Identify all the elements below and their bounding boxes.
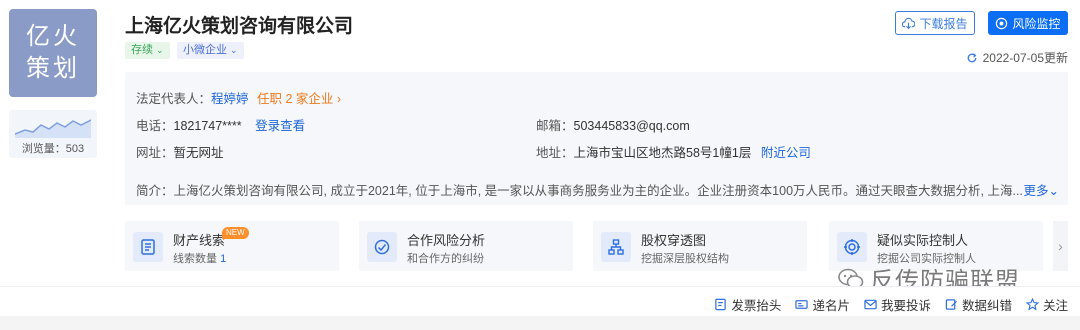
follow-label: 关注 — [1042, 299, 1068, 313]
website-label: 网址： — [136, 146, 174, 160]
nearby-companies-link[interactable]: 附近公司 — [761, 146, 811, 160]
invoice-title-button[interactable]: 发票抬头 — [714, 295, 781, 314]
email-label: 邮箱： — [536, 119, 574, 133]
card-property-clues[interactable]: 财产线索 NEW 线索数量 1 — [125, 221, 339, 271]
scale-tag[interactable]: 小微企业 ⌄ — [177, 42, 244, 59]
chevron-down-icon: ⌄ — [156, 45, 164, 55]
more-link[interactable]: 更多⌄ — [1021, 180, 1059, 199]
bottom-action-bar: 发票抬头 递名片 我要投诉 数据纠错 关注 — [0, 286, 1080, 330]
data-correction-label: 数据纠错 — [961, 299, 1012, 313]
views-sparkline-icon — [15, 119, 91, 138]
document-icon — [133, 232, 163, 262]
card-title: 合作风险分析 — [407, 233, 486, 248]
phone-value: 1821747**** — [173, 119, 242, 133]
card-title: 股权穿透图 — [641, 233, 707, 248]
intro-label: 简介： — [136, 184, 174, 198]
card-equity-penetration[interactable]: 股权穿透图 挖掘深层股权结构 — [593, 221, 807, 271]
card-subtitle: 线索数量 1 — [173, 250, 226, 266]
complaint-button[interactable]: 我要投诉 — [864, 295, 931, 314]
business-card-icon — [795, 300, 809, 309]
star-icon — [1025, 298, 1039, 311]
invoice-title-label: 发票抬头 — [731, 299, 782, 313]
update-status: 2022-07-05更新 — [966, 49, 1068, 66]
address-value: 上海市宝山区地杰路58号1幢1层 — [573, 146, 752, 160]
company-logo: 亿火 策划 — [9, 9, 97, 97]
website-value: 暂无网址 — [173, 146, 224, 160]
target-icon — [837, 232, 867, 262]
views-count: 浏览量：503 — [21, 143, 85, 155]
risk-monitor-button[interactable]: 风险监控 — [988, 11, 1068, 35]
invoice-icon — [715, 298, 727, 311]
status-tag[interactable]: 存续 ⌄ — [125, 42, 170, 59]
address-label: 地址： — [536, 146, 574, 160]
complaint-icon — [864, 299, 877, 310]
logo-line-1: 亿火 — [26, 23, 80, 50]
data-correction-button[interactable]: 数据纠错 — [945, 295, 1012, 314]
address-row: 地址：上海市宝山区地杰路58号1幢1层 附近公司 — [536, 142, 811, 161]
chevron-right-icon[interactable]: › — [1053, 221, 1068, 271]
legal-rep-positions-link[interactable]: 任职 2 家企业 › — [257, 92, 341, 106]
org-chart-icon — [601, 232, 631, 262]
card-title: 财产线索 — [173, 233, 226, 248]
legal-rep-link[interactable]: 程婷婷 — [211, 92, 249, 106]
website-row: 网址：暂无网址 — [136, 142, 224, 161]
download-report-button[interactable]: 下载报告 — [895, 11, 975, 35]
send-card-button[interactable]: 递名片 — [795, 295, 850, 314]
handshake-icon — [367, 232, 397, 262]
bottom-divider — [0, 316, 1080, 330]
company-info-panel: 法定代表人：程婷婷 任职 2 家企业 › 电话：1821747**** 登录查看… — [125, 72, 1068, 205]
chevron-down-icon: ⌄ — [230, 45, 238, 55]
status-tag-label: 存续 — [131, 44, 153, 56]
company-name: 上海亿火策划咨询有限公司 — [125, 16, 354, 37]
send-card-label: 递名片 — [812, 299, 850, 313]
cloud-download-icon — [902, 17, 916, 29]
refresh-icon[interactable] — [966, 52, 978, 64]
views-chart: 浏览量：503 — [9, 110, 97, 158]
legal-rep-row: 法定代表人：程婷婷 任职 2 家企业 › — [136, 88, 341, 107]
new-badge: NEW — [222, 227, 249, 239]
phone-label: 电话： — [136, 119, 174, 133]
login-view-link[interactable]: 登录查看 — [255, 119, 305, 133]
scale-tag-label: 小微企业 — [183, 44, 227, 56]
phone-row: 电话：1821747**** 登录查看 — [136, 115, 305, 134]
email-row: 邮箱：503445833@qq.com — [536, 115, 690, 134]
intro-row: 简介：上海亿火策划咨询有限公司, 成立于2021年, 位于上海市, 是一家以从事… — [136, 180, 1059, 199]
card-cooperation-risk[interactable]: 合作风险分析 和合作方的纠纷 — [359, 221, 573, 271]
card-subtitle: 挖掘深层股权结构 — [641, 253, 729, 265]
follow-button[interactable]: 关注 — [1025, 295, 1068, 314]
edit-icon — [945, 299, 958, 310]
radar-icon — [996, 17, 1008, 29]
clue-count: 1 — [220, 253, 227, 265]
logo-line-2: 策划 — [26, 55, 80, 82]
email-value: 503445833@qq.com — [573, 119, 690, 133]
intro-text: 上海亿火策划咨询有限公司, 成立于2021年, 位于上海市, 是一家以从事商务服… — [173, 184, 1023, 198]
action-list: 发票抬头 递名片 我要投诉 数据纠错 关注 — [714, 295, 1068, 314]
card-sub-prefix: 线索数量 — [173, 253, 221, 265]
complaint-label: 我要投诉 — [880, 299, 931, 313]
legal-rep-label: 法定代表人： — [136, 92, 212, 106]
download-report-label: 下载报告 — [919, 16, 968, 31]
update-date: 2022-07-05更新 — [982, 51, 1068, 65]
card-title: 疑似实际控制人 — [877, 233, 969, 248]
card-subtitle: 和合作方的纠纷 — [407, 253, 484, 265]
risk-monitor-label: 风险监控 — [1012, 16, 1061, 31]
